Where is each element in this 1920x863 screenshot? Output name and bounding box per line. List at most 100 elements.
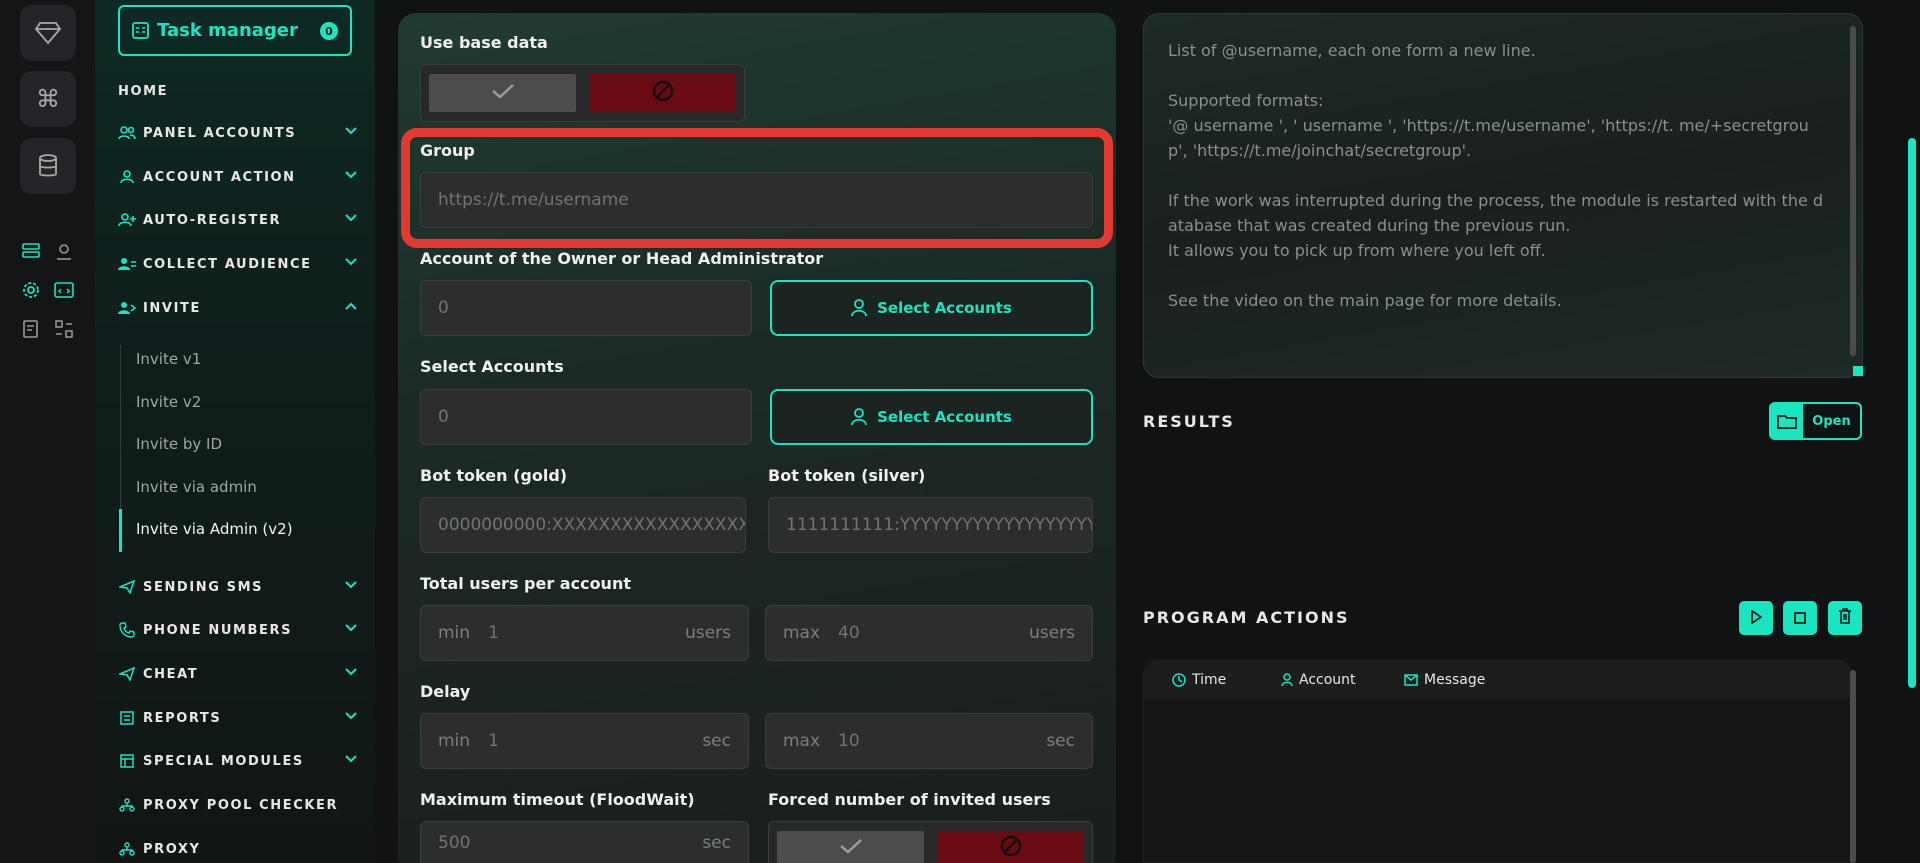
send-icon — [118, 579, 136, 595]
nav-special-modules[interactable]: SPECIAL MODULES — [118, 750, 358, 772]
nav-home[interactable]: HOME — [118, 80, 358, 102]
user-location-icon[interactable] — [53, 240, 75, 262]
bot-silver-label: Bot token (silver) — [768, 466, 926, 485]
sub-invite-via-admin-v2[interactable]: Invite via Admin (v2) — [136, 520, 293, 538]
bot-gold-input[interactable]: 0000000000:XXXXXXXXXXXXXXXXXXXXXXXXXXXX — [420, 497, 746, 553]
delay-label: Delay — [420, 682, 471, 701]
select-accounts-value: 0 — [438, 407, 449, 427]
user-icon — [118, 169, 136, 185]
users-max-input[interactable]: max 40 users — [765, 605, 1093, 661]
trash-icon — [1838, 608, 1852, 628]
database-icon[interactable] — [20, 138, 76, 194]
open-label: Open — [1812, 413, 1851, 429]
col-message[interactable]: Message — [1404, 672, 1485, 688]
nav-sending-sms[interactable]: SENDING SMS — [118, 576, 358, 598]
nav-account-action-label: ACCOUNT ACTION — [143, 169, 296, 185]
page-scrollbar[interactable] — [1908, 138, 1916, 688]
sub-invite-v1[interactable]: Invite v1 — [136, 350, 201, 368]
users-min-value: 1 — [488, 623, 499, 643]
user-icon — [851, 299, 868, 317]
users-unit: users — [1029, 623, 1075, 643]
info-textarea[interactable]: List of @username, each one form a new l… — [1143, 13, 1863, 378]
info-line: It allows you to pick up from where you … — [1168, 241, 1546, 260]
info-line: '@ username ', ' username ', 'https://t.… — [1168, 116, 1809, 160]
users-unit: users — [685, 623, 731, 643]
max-prefix: max — [783, 731, 821, 751]
bot-gold-label: Bot token (gold) — [420, 466, 568, 485]
toggle-no-button[interactable] — [589, 74, 736, 112]
max-prefix: max — [783, 623, 821, 643]
nav-invite[interactable]: INVITE — [118, 297, 358, 319]
col-time[interactable]: Time — [1172, 672, 1226, 688]
info-line: See the video on the main page for more … — [1168, 291, 1562, 310]
timeout-value: 500 — [438, 832, 471, 853]
nav-cheat[interactable]: CHEAT — [118, 663, 358, 685]
actions-log: Time Account Message — [1143, 660, 1853, 863]
sub-invite-v2[interactable]: Invite v2 — [136, 393, 201, 411]
send-plus-icon — [118, 666, 136, 682]
toggle-yes-button[interactable] — [777, 831, 924, 863]
total-users-label: Total users per account — [420, 574, 631, 593]
command-icon[interactable]: ⌘ — [20, 71, 76, 127]
toggle-no-button[interactable] — [937, 831, 1084, 863]
server-list-icon[interactable] — [20, 240, 42, 262]
settings-icon[interactable] — [20, 279, 42, 301]
sub-invite-by-id[interactable]: Invite by ID — [136, 435, 222, 453]
forced-toggle — [768, 821, 1093, 863]
check-icon — [839, 838, 863, 858]
delay-min-input[interactable]: min 1 sec — [420, 713, 749, 769]
bot-gold-placeholder: 0000000000:XXXXXXXXXXXXXXXXXXXXXXXXXXXX — [438, 515, 745, 535]
sidebar: Task manager 0 HOME PANEL ACCOUNTS ACCOU… — [95, 0, 375, 863]
bot-silver-placeholder: 1111111111:YYYYYYYYYYYYYYYYYYYYYYYYYYY — [786, 515, 1092, 535]
sub-invite-via-admin[interactable]: Invite via admin — [136, 478, 257, 496]
checklist-icon[interactable] — [20, 318, 42, 340]
col-account[interactable]: Account — [1281, 672, 1356, 688]
network-icon — [118, 841, 136, 857]
nav-account-action[interactable]: ACCOUNT ACTION — [118, 166, 358, 188]
code-window-icon[interactable] — [53, 279, 75, 301]
nav-phone-numbers-label: PHONE NUMBERS — [143, 622, 293, 638]
delay-max-input[interactable]: max 10 sec — [765, 713, 1093, 769]
sec-unit: sec — [702, 832, 731, 853]
select-owner-accounts-button[interactable]: Select Accounts — [770, 280, 1093, 336]
resize-handle[interactable] — [1853, 366, 1863, 376]
task-manager-label: Task manager — [157, 20, 298, 41]
task-count-badge: 0 — [320, 22, 338, 40]
nav-auto-register[interactable]: AUTO-REGISTER — [118, 209, 358, 231]
users-min-input[interactable]: min 1 users — [420, 605, 749, 661]
nav-phone-numbers[interactable]: PHONE NUMBERS — [118, 619, 358, 641]
submenu-active-indicator — [119, 509, 122, 552]
select-accounts-label: Select Accounts — [877, 299, 1012, 317]
nav-proxy-pool-checker-label: PROXY POOL CHECKER — [143, 797, 339, 813]
play-button[interactable] — [1739, 601, 1773, 635]
bot-silver-input[interactable]: 1111111111:YYYYYYYYYYYYYYYYYYYYYYYYYYY — [768, 497, 1093, 553]
diamond-icon[interactable] — [20, 5, 76, 61]
info-scrollbar[interactable] — [1850, 26, 1856, 356]
select-accounts-input[interactable]: 0 — [420, 389, 752, 445]
network-icon — [118, 797, 136, 813]
use-base-data-toggle — [420, 64, 745, 122]
nav-reports-label: REPORTS — [143, 710, 222, 726]
delete-button[interactable] — [1828, 601, 1862, 635]
timeout-input[interactable]: 500 sec — [420, 821, 749, 863]
task-manager-button[interactable]: Task manager 0 — [118, 5, 352, 56]
report-icon — [118, 710, 136, 726]
nav-reports[interactable]: REPORTS — [118, 707, 358, 729]
select-accounts-button[interactable]: Select Accounts — [770, 389, 1093, 445]
open-results-button[interactable]: Open — [1769, 402, 1862, 440]
toggle-yes-button[interactable] — [429, 74, 576, 112]
nav-proxy[interactable]: PROXY — [118, 838, 358, 860]
nav-proxy-pool-checker[interactable]: PROXY POOL CHECKER — [118, 794, 358, 816]
task-manager-icon — [132, 22, 149, 39]
col-message-label: Message — [1424, 672, 1486, 688]
app: ⌘ Task manager 0 HOME PANEL ACCOUNTS ACC… — [0, 0, 1920, 863]
log-scrollbar[interactable] — [1850, 670, 1856, 863]
stop-button[interactable] — [1783, 601, 1817, 635]
highlight-box — [401, 128, 1113, 248]
forced-label: Forced number of invited users — [768, 790, 1051, 809]
nav-panel-accounts[interactable]: PANEL ACCOUNTS — [118, 122, 358, 144]
modules-icon[interactable] — [53, 318, 75, 340]
nav-collect-audience[interactable]: COLLECT AUDIENCE — [118, 253, 358, 275]
owner-account-input[interactable]: 0 — [420, 280, 752, 336]
icon-rail: ⌘ — [0, 0, 95, 863]
